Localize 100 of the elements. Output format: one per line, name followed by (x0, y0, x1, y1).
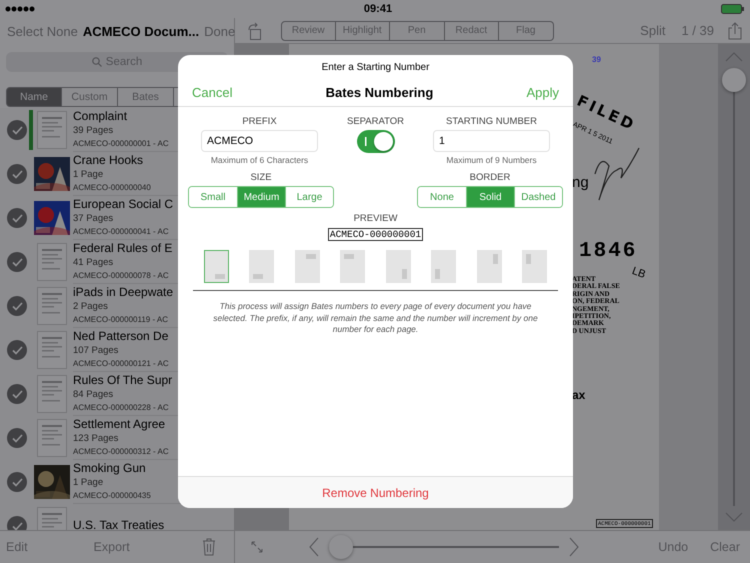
check-icon[interactable] (7, 428, 27, 448)
remove-numbering-button[interactable]: Remove Numbering (178, 476, 573, 508)
chevron-right-icon[interactable] (569, 537, 579, 557)
chevron-up-icon[interactable] (725, 52, 743, 62)
dialog-title: Bates Numbering (326, 85, 434, 100)
rotate-icon[interactable] (247, 22, 263, 40)
chevron-left-icon[interactable] (309, 537, 319, 557)
expand-icon[interactable] (251, 541, 263, 553)
page-thumbnail (37, 331, 67, 369)
battery-icon (720, 4, 745, 14)
chevron-down-icon[interactable] (725, 512, 743, 522)
field-label: PREVIEW (354, 212, 398, 226)
page-count: 2 Pages (73, 300, 108, 313)
page-count: 41 Pages (73, 256, 114, 269)
size-option[interactable]: Medium (237, 187, 285, 207)
field-hint: Maximum of 6 Characters (210, 155, 308, 165)
page-thumbnail (37, 243, 67, 281)
document-title: Complaint (73, 109, 128, 124)
dialog-note: This process will assign Bates numbers to every page of every document you have selected. The prefix, if any, will remain the same and the number will increment by one number for each page. (212, 301, 539, 336)
tool-tab[interactable]: Highlight (336, 20, 390, 40)
slider-thumb[interactable] (722, 68, 746, 92)
export-button[interactable]: Export (94, 540, 130, 554)
check-icon[interactable] (7, 340, 27, 360)
document-title: Smoking Gun (73, 461, 146, 476)
slider-thumb[interactable] (329, 535, 353, 559)
bates-range: ACMECO-000000435 (73, 490, 151, 502)
document-title: iPads in Deepwate (73, 285, 174, 300)
select-none-button[interactable]: Select None (7, 24, 78, 38)
bates-range: ACMECO-000000121 - AC (73, 358, 169, 370)
cancel-button[interactable]: Cancel (192, 85, 232, 100)
case-number: 1846 (579, 240, 638, 263)
document-text: 39 (592, 55, 601, 64)
page-indicator: 1 / 39 (681, 23, 714, 38)
field-hint: Maximum of 9 Numbers (446, 155, 537, 165)
done-button[interactable]: Done (204, 24, 236, 38)
bates-range: ACMECO-000000041 - AC (73, 226, 169, 238)
check-icon[interactable] (7, 164, 27, 184)
bates-range: ACMECO-000000312 - AC (73, 446, 169, 458)
library-title: ACMECO Docum... (82, 24, 200, 38)
document-title: Rules Of The Supr (73, 373, 172, 388)
field-label: PREFIX (242, 115, 277, 129)
prefix-field[interactable]: ACMECO (201, 130, 318, 152)
check-icon[interactable] (7, 296, 27, 316)
sort-tab[interactable]: Bates (118, 87, 174, 107)
page-count: 84 Pages (73, 388, 114, 401)
share-icon[interactable] (728, 22, 742, 40)
dialog-prompt: Enter a Starting Number (322, 62, 430, 72)
document-title: Settlement Agree (73, 417, 166, 432)
trash-icon[interactable] (202, 538, 216, 556)
page-count: 39 Pages (73, 124, 114, 137)
check-icon[interactable] (7, 384, 27, 404)
check-icon[interactable] (7, 472, 27, 492)
document-title: Crane Hooks (73, 153, 144, 168)
border-option[interactable]: Solid (466, 187, 514, 207)
border-option[interactable]: Dashed (514, 187, 562, 207)
page-thumbnail (37, 375, 67, 413)
clear-button[interactable]: Clear (710, 540, 740, 554)
tool-tab[interactable]: Review (281, 20, 336, 40)
check-icon[interactable] (7, 208, 27, 228)
separator-toggle[interactable] (356, 130, 394, 153)
position-option[interactable] (204, 250, 229, 283)
search-icon (92, 57, 102, 67)
tool-tab[interactable]: Flag (499, 20, 554, 40)
page-count: 37 Pages (73, 212, 114, 225)
starting-number-field[interactable]: 1 (433, 130, 550, 152)
bates-preview: ACMECO-000000001 (328, 228, 424, 241)
document-text: LB (630, 265, 648, 281)
tool-tab[interactable]: Redact (444, 20, 499, 40)
field-label: SEPARATOR (346, 115, 404, 129)
field-label: BORDER (470, 171, 510, 185)
document-title: U.S. Tax Treaties (73, 518, 164, 530)
page-count: 1 Page (73, 168, 104, 181)
page-thumbnail (37, 111, 67, 149)
document-title: European Social C (73, 197, 174, 212)
status-time: 09:41 (364, 3, 392, 15)
check-icon[interactable] (7, 252, 27, 272)
apply-button[interactable]: Apply (526, 85, 559, 100)
field-label: SIZE (250, 171, 272, 185)
bates-range: ACMECO-000000228 - AC (73, 402, 169, 414)
split-button[interactable]: Split (640, 23, 666, 38)
bates-range: ACMECO-000000078 - AC (73, 270, 169, 282)
field-label: STARTING NUMBER (446, 115, 537, 129)
document-title: Ned Patterson De (73, 329, 168, 344)
page-thumbnail (37, 419, 67, 457)
undo-button[interactable]: Undo (658, 540, 688, 554)
check-icon[interactable] (7, 120, 27, 140)
check-icon[interactable] (7, 516, 27, 530)
page-count: 1 Page (73, 476, 104, 489)
bates-range: ACMECO-000000001 - AC (73, 138, 169, 150)
page-count: 107 Pages (73, 344, 118, 357)
bates-range: ACMECO-000000119 - AC (73, 314, 168, 326)
page-thumbnail (37, 287, 67, 325)
document-text: ng (572, 174, 589, 191)
edit-button[interactable]: Edit (6, 540, 28, 554)
page-count: 123 Pages (73, 432, 118, 445)
sort-tab[interactable]: Name (6, 87, 62, 107)
tool-tab[interactable]: Pen (390, 20, 444, 40)
sort-tab[interactable]: Custom (62, 87, 118, 107)
bates-range: ACMECO-000000040 (73, 182, 151, 194)
size-option[interactable]: Large (285, 187, 333, 207)
